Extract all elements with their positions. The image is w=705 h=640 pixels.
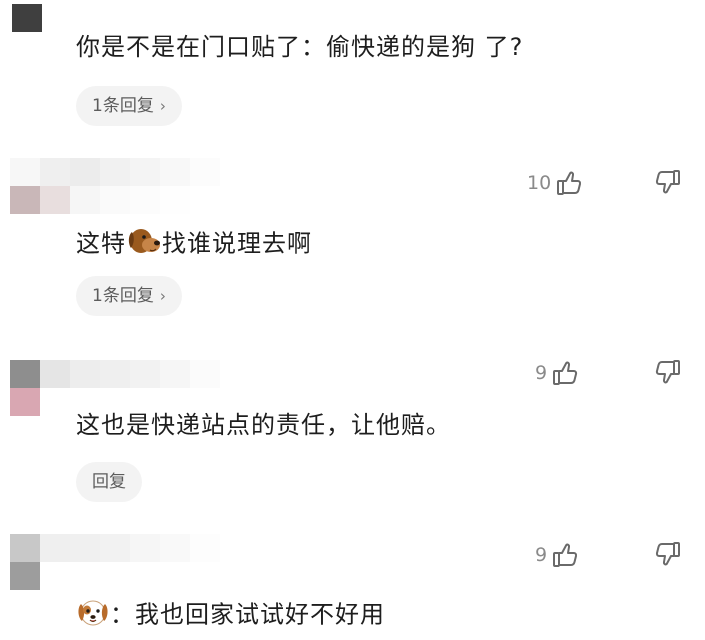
thumbs-up-icon[interactable] [555,169,583,197]
thumbs-up-icon[interactable] [551,541,579,569]
like-count: 9 [535,544,548,566]
thumbs-down-icon[interactable] [654,540,682,570]
comment-list: 你是不是在门口贴了：偷快递的是狗 了? 1条回复 › 10 这特 找谁说理去啊 … [0,0,705,640]
avatar-mosaic[interactable] [12,4,222,32]
like-count: 9 [535,362,548,384]
puppy-face-emoji [76,596,110,635]
like-group[interactable]: 9 [535,540,579,570]
reply-count-label: 1条回复 [92,96,154,116]
like-count: 10 [527,172,552,194]
comment-text: 这特 找谁说理去啊 [76,226,312,263]
reply-count-label: 1条回复 [92,286,154,306]
comment-text-end: 找谁说理去啊 [162,229,312,258]
comment-text-end: ：我也回家试试好不好用 [110,600,385,629]
chevron-right-icon: › [159,97,166,115]
thumbs-down-icon[interactable] [654,358,682,388]
avatar-mosaic[interactable] [10,360,220,416]
comment-text: 你是不是在门口贴了：偷快递的是狗 了? [76,33,524,61]
comment-item: 10 这特 找谁说理去啊 1条回复 › [0,150,705,340]
avatar-mosaic[interactable] [10,158,220,214]
like-group[interactable]: 10 [527,168,583,198]
comment-text-start: 这特 [76,229,126,258]
comment-item: 你是不是在门口贴了：偷快递的是狗 了? 1条回复 › [0,0,705,150]
comment-item: 9 ：我也回家试试好不好用 [0,520,705,640]
chevron-right-icon: › [159,287,166,305]
thumbs-up-icon[interactable] [551,359,579,387]
comment-item: 9 这也是快递站点的责任，让他赔。 回复 [0,340,705,520]
reply-button[interactable]: 回复 [76,462,142,502]
dog-face-emoji [126,226,162,263]
like-group[interactable]: 9 [535,358,579,388]
comment-text: 这也是快递站点的责任，让他赔。 [76,411,451,439]
comment-text: ：我也回家试试好不好用 [76,596,385,635]
view-replies-button[interactable]: 1条回复 › [76,276,182,316]
thumbs-down-icon[interactable] [654,168,682,198]
view-replies-button[interactable]: 1条回复 › [76,86,182,126]
avatar-mosaic[interactable] [10,534,220,590]
reply-label: 回复 [92,472,126,492]
